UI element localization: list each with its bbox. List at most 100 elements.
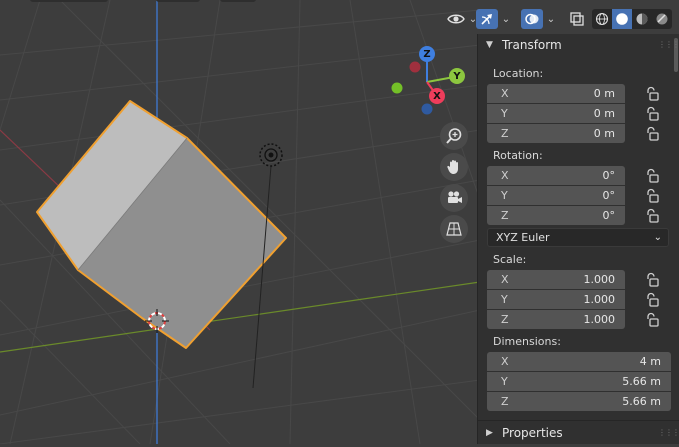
toolbar-tab-fragment-2[interactable] <box>156 0 200 2</box>
lock-icon[interactable] <box>645 106 659 122</box>
lock-icon[interactable] <box>645 86 659 102</box>
axis-label: Z <box>501 313 509 326</box>
rotation-z-field[interactable]: Z 0° <box>487 206 625 225</box>
eye-icon <box>447 14 465 24</box>
lock-icon[interactable] <box>645 208 659 224</box>
axis-label: X <box>501 169 509 182</box>
hand-pan-icon <box>447 160 458 174</box>
panel-divider <box>478 420 679 421</box>
gizmo-z-handle[interactable]: Z <box>419 46 435 62</box>
axis-label: Y <box>501 375 508 388</box>
gizmo-x-handle[interactable]: X <box>429 88 445 104</box>
rendered-shading-icon <box>656 13 668 25</box>
rotation-mode-value: XYZ Euler <box>496 231 550 244</box>
material-shading-icon <box>636 13 648 25</box>
scale-label: Scale: <box>493 253 527 266</box>
toolbar-tab-fragment-3[interactable] <box>220 0 256 2</box>
transform-panel-title: Transform <box>502 38 562 52</box>
overlay-toggle-button[interactable] <box>521 9 543 29</box>
scale-x-field[interactable]: X 1.000 <box>487 270 625 289</box>
dimensions-x-field[interactable]: X 4 m <box>487 352 671 371</box>
field-value: 0° <box>602 189 616 202</box>
dimensions-y-field[interactable]: Y 5.66 m <box>487 372 671 391</box>
solid-shading-button[interactable] <box>612 9 632 29</box>
axis-label: Z <box>501 209 509 222</box>
rotation-mode-select[interactable]: XYZ Euler ⌄ <box>487 228 669 247</box>
xray-icon <box>570 12 584 26</box>
field-value: 1.000 <box>583 293 616 306</box>
axis-label: Y <box>501 189 508 202</box>
gizmo-toggle-button[interactable] <box>476 9 498 29</box>
axis-label: Z <box>501 395 509 408</box>
lock-icon[interactable] <box>645 188 659 204</box>
camera-icon <box>448 191 462 203</box>
zoom-icon <box>446 128 462 144</box>
chevron-down-icon: ⌄ <box>653 232 662 243</box>
field-value: 5.66 m <box>622 395 661 408</box>
toolbar-tab-fragment-1[interactable] <box>30 0 108 2</box>
axis-label: X <box>501 87 509 100</box>
lock-icon[interactable] <box>645 312 659 328</box>
visibility-button[interactable] <box>444 9 468 29</box>
material-shading-button[interactable] <box>632 9 652 29</box>
gizmo-arrow-icon <box>481 14 492 25</box>
rotation-label: Rotation: <box>493 149 543 162</box>
pan-button[interactable] <box>440 153 468 181</box>
drag-handle-icon[interactable]: ⋮⋮⋮⋮ <box>658 429 679 437</box>
axis-label: Y <box>501 107 508 120</box>
wireframe-shading-button[interactable] <box>592 9 612 29</box>
xray-toggle-button[interactable] <box>566 9 588 29</box>
wireframe-shading-icon <box>595 12 609 26</box>
chevron-down-icon: ⌄ <box>546 13 556 25</box>
overlay-icon <box>525 13 539 25</box>
dimensions-z-field[interactable]: Z 5.66 m <box>487 392 671 411</box>
field-value: 0 m <box>593 107 615 120</box>
field-value: 0° <box>602 169 616 182</box>
location-z-field[interactable]: Z 0 m <box>487 124 625 143</box>
lock-icon[interactable] <box>645 126 659 142</box>
rotation-x-field[interactable]: X 0° <box>487 166 625 185</box>
field-value: 0° <box>602 209 616 222</box>
axis-label: Z <box>501 127 509 140</box>
gizmo-z-label: Z <box>423 48 431 60</box>
overlay-dropdown-chevron[interactable]: ⌄ <box>544 9 558 29</box>
lock-icon[interactable] <box>645 272 659 288</box>
properties-panel-title: Properties <box>502 426 563 440</box>
rotation-y-field[interactable]: Y 0° <box>487 186 625 205</box>
gizmo-y-label: Y <box>453 70 461 82</box>
lock-icon[interactable] <box>645 168 659 184</box>
rendered-shading-button[interactable] <box>652 9 672 29</box>
lock-icon[interactable] <box>645 292 659 308</box>
field-value: 1.000 <box>583 273 616 286</box>
axis-label: X <box>501 355 509 368</box>
camera-view-button[interactable] <box>440 184 468 212</box>
grid-perspective-icon <box>446 222 462 236</box>
field-value: 0 m <box>593 87 615 100</box>
triangle-right-icon: ▶ <box>486 428 493 438</box>
location-y-field[interactable]: Y 0 m <box>487 104 625 123</box>
triangle-down-icon: ▼ <box>486 40 493 50</box>
sidebar-panel: ▼ Transform ⋮⋮⋮⋮ Location: X 0 m Y 0 m Z… <box>477 34 679 444</box>
drag-handle-icon[interactable]: ⋮⋮⋮⋮ <box>658 41 679 49</box>
viewport-header: ⌄ ⌄ ⌄ <box>0 0 679 34</box>
location-label: Location: <box>493 67 544 80</box>
scale-z-field[interactable]: Z 1.000 <box>487 310 625 329</box>
solid-shading-icon <box>616 13 628 25</box>
field-value: 1.000 <box>583 313 616 326</box>
dimensions-label: Dimensions: <box>493 335 561 348</box>
chevron-down-icon: ⌄ <box>501 13 511 25</box>
perspective-toggle-button[interactable] <box>440 215 468 243</box>
axis-label: X <box>501 273 509 286</box>
scale-y-field[interactable]: Y 1.000 <box>487 290 625 309</box>
gizmo-dropdown-chevron[interactable]: ⌄ <box>499 9 513 29</box>
field-value: 0 m <box>593 127 615 140</box>
gizmo-y-handle[interactable]: Y <box>449 68 465 84</box>
zoom-button[interactable] <box>440 122 468 150</box>
transform-panel-header[interactable]: ▼ Transform ⋮⋮⋮⋮ <box>478 34 679 56</box>
field-value: 4 m <box>639 355 661 368</box>
properties-panel-header[interactable]: ▶ Properties ⋮⋮⋮⋮ <box>478 422 679 444</box>
gizmo-x-label: X <box>433 90 441 102</box>
field-value: 5.66 m <box>622 375 661 388</box>
location-x-field[interactable]: X 0 m <box>487 84 625 103</box>
axis-label: Y <box>501 293 508 306</box>
